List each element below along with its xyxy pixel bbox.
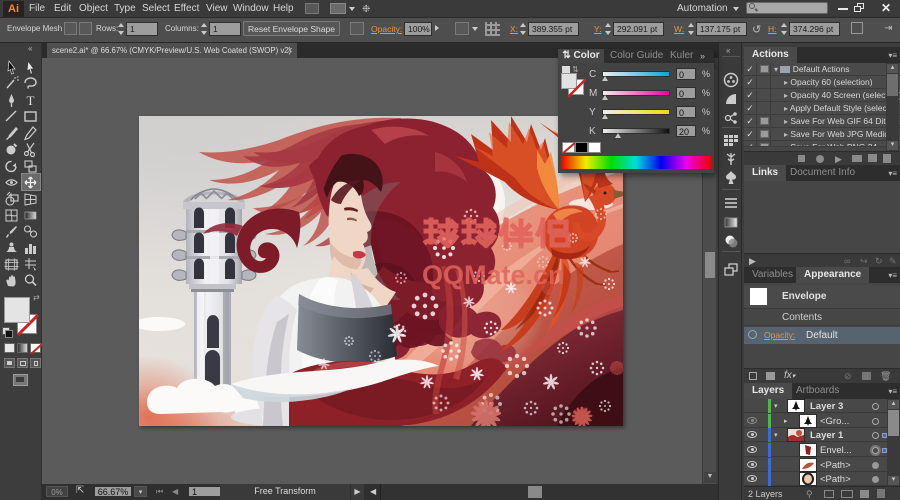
svg-text:T: T: [27, 93, 35, 108]
svg-text:QQMate.cn: QQMate.cn: [422, 260, 565, 290]
